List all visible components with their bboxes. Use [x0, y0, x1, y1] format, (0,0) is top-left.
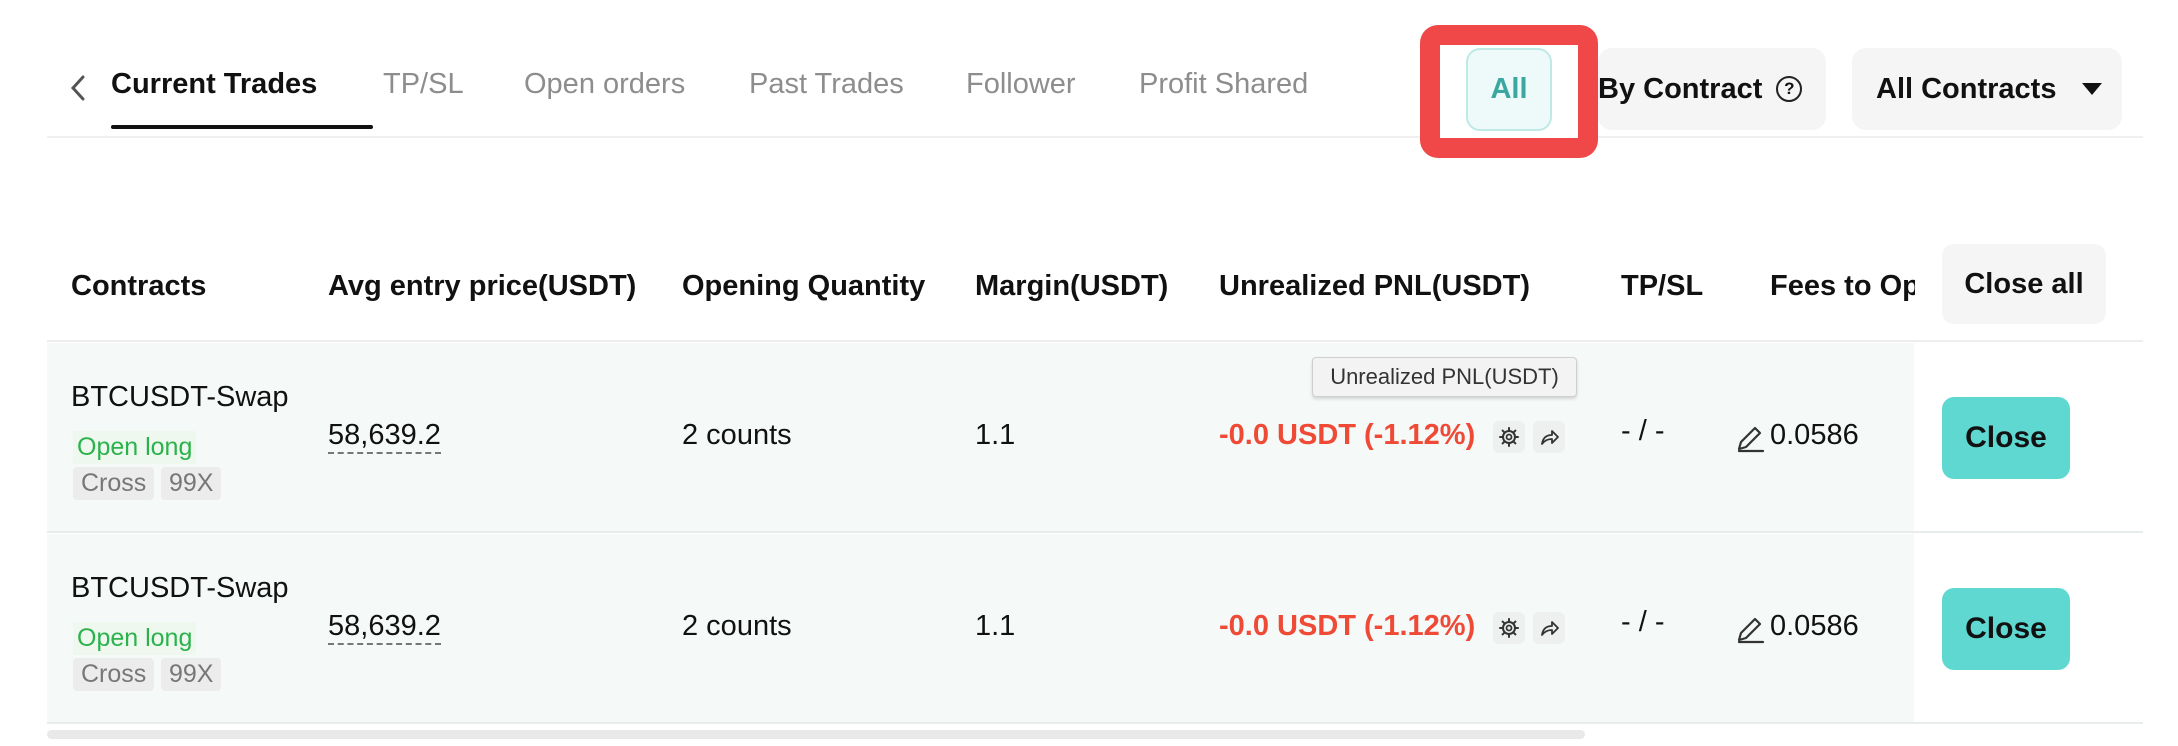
by-contract-label: By Contract — [1598, 72, 1763, 105]
close-position-button[interactable]: Close — [1942, 397, 2070, 479]
fees-value: 0.0586 — [1770, 419, 1859, 451]
tab-follower[interactable]: Follower — [966, 68, 1076, 108]
opening-quantity: 2 counts — [682, 610, 792, 642]
header-margin: Margin(USDT) — [975, 270, 1169, 302]
tab-tpsl[interactable]: TP/SL — [383, 68, 464, 108]
leverage-badge: 99X — [161, 658, 222, 691]
position-side-badge: Open long — [73, 622, 197, 655]
tab-open-orders[interactable]: Open orders — [524, 68, 685, 108]
close-all-button[interactable]: Close all — [1942, 244, 2106, 324]
tpsl-value: - / - — [1621, 606, 1665, 638]
pnl-tooltip: Unrealized PNL(USDT) — [1312, 357, 1577, 397]
table-row: BTCUSDT-Swap Open long Cross 99X 58,639.… — [47, 343, 2143, 533]
edit-pencil-icon[interactable] — [1733, 612, 1767, 646]
position-side-badge: Open long — [73, 431, 197, 464]
tab-past-trades[interactable]: Past Trades — [749, 68, 904, 108]
avg-entry-price: 58,639.2 — [328, 610, 441, 645]
margin-mode-badge: Cross — [73, 658, 155, 691]
trade-tabs-bar: Current Trades TP/SL Open orders Past Tr… — [47, 0, 2143, 138]
header-opening-quantity: Opening Quantity — [682, 270, 926, 302]
gear-icon[interactable] — [1493, 421, 1525, 453]
header-unrealized-pnl: Unrealized PNL(USDT) — [1219, 270, 1530, 302]
contract-pair: BTCUSDT-Swap — [71, 381, 289, 413]
share-icon[interactable] — [1533, 612, 1565, 644]
close-position-button[interactable]: Close — [1942, 588, 2070, 670]
positions-table-header: Contracts Avg entry price(USDT) Opening … — [47, 242, 2143, 342]
contracts-select-value: All Contracts — [1876, 72, 2057, 105]
by-contract-toggle[interactable]: By Contract ? — [1598, 48, 1826, 130]
horizontal-scrollbar[interactable] — [47, 730, 1585, 739]
table-row: BTCUSDT-Swap Open long Cross 99X 58,639.… — [47, 534, 2143, 724]
header-tpsl: TP/SL — [1621, 270, 1704, 302]
contract-pair: BTCUSDT-Swap — [71, 572, 289, 604]
active-tab-underline — [111, 125, 373, 129]
edit-pencil-icon[interactable] — [1733, 421, 1767, 455]
leverage-badge: 99X — [161, 467, 222, 500]
header-avg-entry-price: Avg entry price(USDT) — [328, 270, 637, 302]
margin-mode-badge: Cross — [73, 467, 155, 500]
margin-value: 1.1 — [975, 610, 1016, 642]
all-filter-button[interactable]: All — [1466, 48, 1552, 131]
tab-current-trades[interactable]: Current Trades — [111, 68, 317, 108]
unrealized-pnl: -0.0 USDT (-1.12%) — [1219, 610, 1476, 642]
fees-value: 0.0586 — [1770, 610, 1859, 642]
gear-icon[interactable] — [1493, 612, 1525, 644]
help-circle-icon[interactable]: ? — [1776, 76, 1803, 102]
header-contracts: Contracts — [71, 270, 207, 302]
contracts-select[interactable]: All Contracts — [1852, 48, 2122, 130]
tab-profit-shared[interactable]: Profit Shared — [1139, 68, 1308, 108]
avg-entry-price: 58,639.2 — [328, 419, 441, 454]
opening-quantity: 2 counts — [682, 419, 792, 451]
unrealized-pnl: -0.0 USDT (-1.12%) — [1219, 419, 1476, 451]
chevron-left-icon[interactable] — [64, 68, 92, 108]
margin-value: 1.1 — [975, 419, 1016, 451]
caret-down-icon — [2082, 83, 2103, 95]
header-fees: Fees to Ope — [1770, 270, 1915, 302]
share-icon[interactable] — [1533, 421, 1565, 453]
tpsl-value: - / - — [1621, 415, 1665, 447]
